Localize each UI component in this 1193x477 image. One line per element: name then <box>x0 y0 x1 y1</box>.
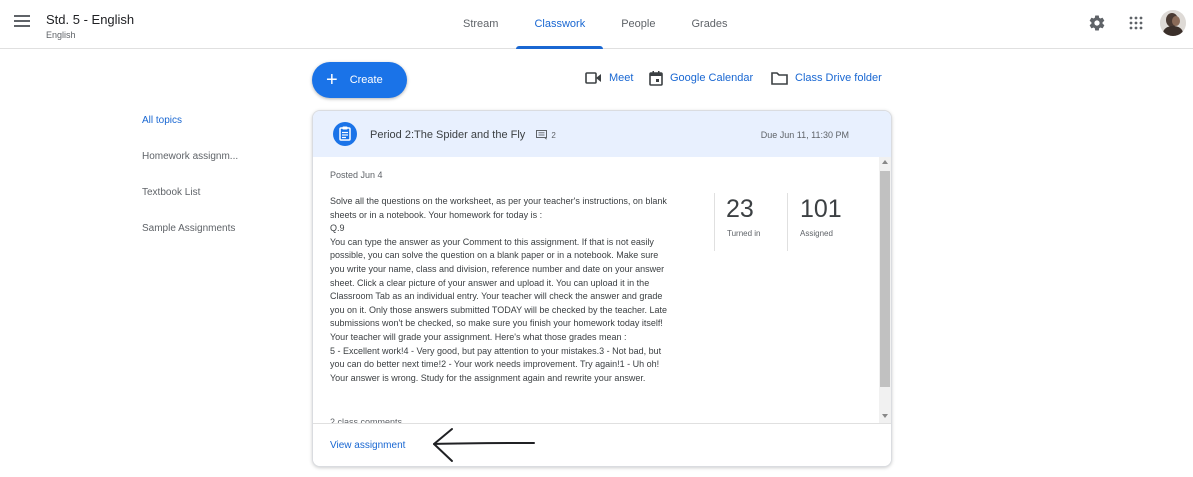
assignment-title-row: Period 2:The Spider and the Fly 2 <box>370 129 556 141</box>
assignment-description: Solve all the questions on the worksheet… <box>330 196 668 383</box>
calendar-icon <box>649 70 663 86</box>
topic-all-topics[interactable]: All topics <box>142 116 238 152</box>
scroll-up-arrow-icon[interactable] <box>882 160 888 164</box>
assignment-footer: View assignment <box>313 423 891 466</box>
comment-count-value: 2 <box>551 130 556 140</box>
tab-bar: Stream Classwork People Grades <box>445 0 746 49</box>
settings-icon[interactable] <box>1088 14 1106 32</box>
meet-label: Meet <box>609 72 634 84</box>
video-camera-icon <box>585 72 601 84</box>
tab-classwork[interactable]: Classwork <box>516 0 603 49</box>
assigned-count[interactable]: 101 <box>800 195 842 224</box>
annotation-arrow-icon <box>433 428 535 462</box>
topics-list: All topics Homework assignm... Textbook … <box>142 116 238 260</box>
divider <box>787 193 788 251</box>
class-title[interactable]: Std. 5 - English <box>46 12 134 27</box>
assignment-header[interactable]: Period 2:The Spider and the Fly 2 Due Ju… <box>313 111 891 157</box>
tab-people[interactable]: People <box>603 0 673 49</box>
due-date: Due Jun 11, 11:30 PM <box>760 130 849 140</box>
topic-textbook-list[interactable]: Textbook List <box>142 188 238 224</box>
meet-link[interactable]: Meet <box>585 68 633 88</box>
scrollbar[interactable] <box>879 157 891 423</box>
google-calendar-label: Google Calendar <box>670 72 754 84</box>
folder-icon <box>771 71 788 85</box>
divider <box>714 193 715 251</box>
class-drive-folder-link[interactable]: Class Drive folder <box>771 68 882 88</box>
view-assignment-link[interactable]: View assignment <box>330 440 405 451</box>
create-button[interactable]: + Create <box>312 62 407 98</box>
comment-icon <box>536 130 548 140</box>
assignment-card: Period 2:The Spider and the Fly 2 Due Ju… <box>312 110 892 467</box>
comment-count: 2 <box>536 130 556 140</box>
topic-sample-assignments[interactable]: Sample Assignments <box>142 224 238 260</box>
top-bar: Std. 5 - English English Stream Classwor… <box>0 0 1193 49</box>
plus-icon: + <box>326 69 338 91</box>
topic-homework-assignments[interactable]: Homework assignm... <box>142 152 238 188</box>
assignment-icon <box>333 122 357 146</box>
class-subtitle: English <box>46 30 76 40</box>
apps-grid-icon[interactable] <box>1128 15 1144 31</box>
google-calendar-link[interactable]: Google Calendar <box>649 68 753 88</box>
create-label: Create <box>349 74 383 86</box>
menu-icon[interactable] <box>14 15 30 29</box>
assignment-title: Period 2:The Spider and the Fly <box>370 129 526 141</box>
avatar[interactable] <box>1160 10 1186 36</box>
class-drive-folder-label: Class Drive folder <box>795 72 882 84</box>
turned-in-label: Turned in <box>727 229 761 238</box>
posted-date: Posted Jun 4 <box>330 170 383 180</box>
tab-grades[interactable]: Grades <box>673 0 745 49</box>
tab-stream[interactable]: Stream <box>445 0 516 49</box>
turned-in-count[interactable]: 23 <box>726 195 754 224</box>
scrollbar-thumb[interactable] <box>880 171 890 387</box>
assigned-label: Assigned <box>800 229 833 238</box>
scroll-down-arrow-icon[interactable] <box>882 414 888 418</box>
